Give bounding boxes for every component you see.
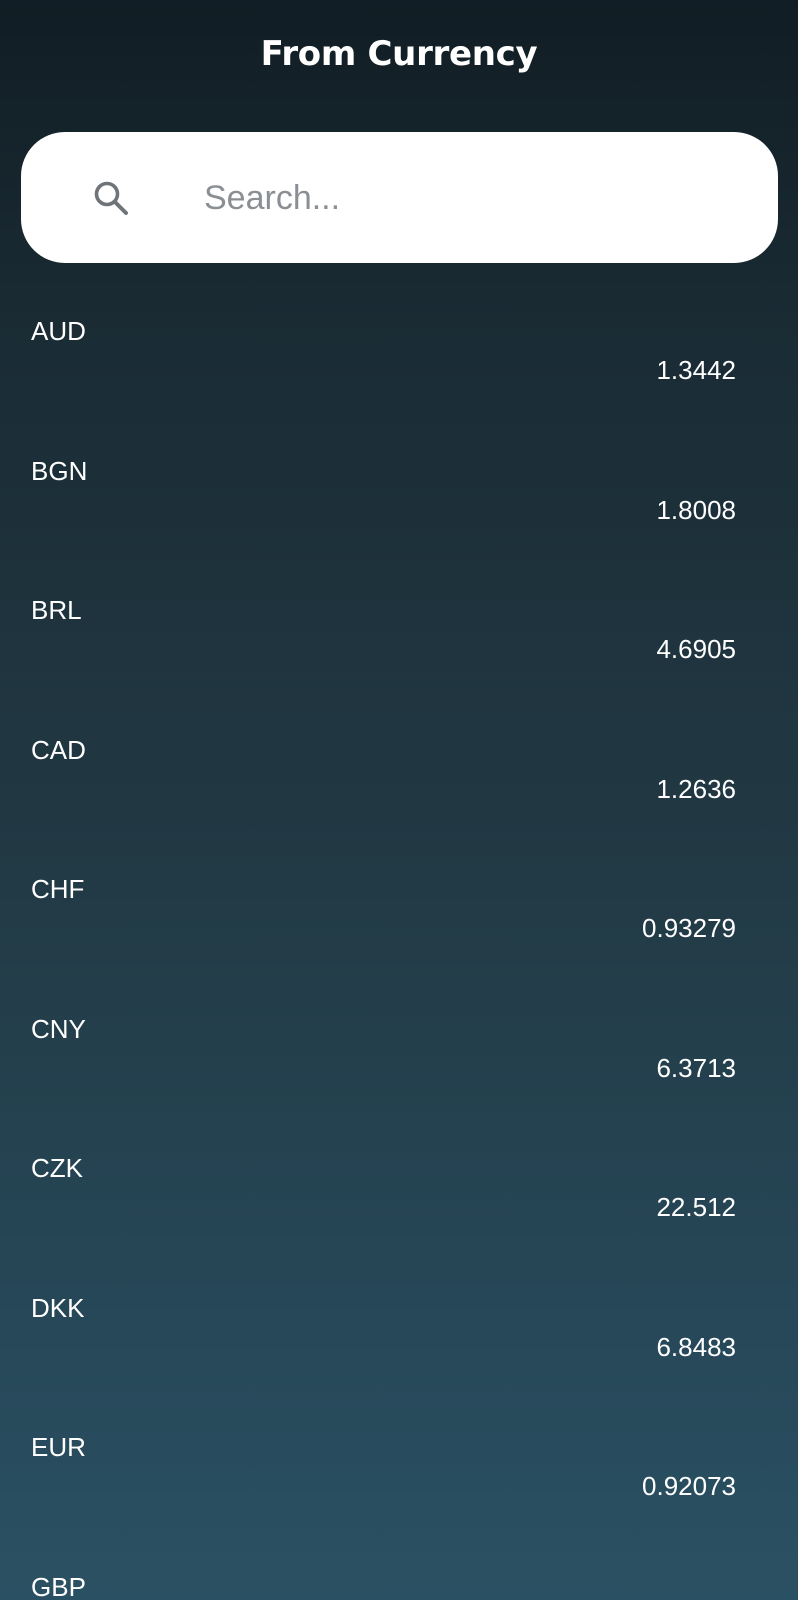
currency-row-bgn[interactable]: BGN 1.8008	[0, 420, 798, 560]
currency-code: CHF	[31, 874, 85, 904]
currency-list: AUD 1.3442 BGN 1.8008 BRL 4.6905 CAD 1.2…	[0, 280, 798, 1600]
currency-row-eur[interactable]: EUR 0.92073	[0, 1396, 798, 1536]
currency-row-dkk[interactable]: DKK 6.8483	[0, 1257, 798, 1397]
currency-row-gbp[interactable]: GBP	[0, 1536, 798, 1600]
currency-code: GBP	[31, 1571, 86, 1600]
currency-row-chf[interactable]: CHF 0.93279	[0, 838, 798, 978]
currency-rate: 1.2636	[656, 773, 736, 804]
search-bar[interactable]	[21, 132, 778, 263]
currency-code: AUD	[31, 316, 86, 346]
currency-code: BGN	[31, 455, 88, 486]
currency-row-cad[interactable]: CAD 1.2636	[0, 699, 798, 839]
currency-code: CZK	[31, 1153, 83, 1183]
currency-row-brl[interactable]: BRL 4.6905	[0, 559, 798, 699]
header: From Currency	[0, 0, 798, 110]
currency-row-cny[interactable]: CNY 6.3713	[0, 978, 798, 1118]
search-icon	[94, 181, 128, 215]
currency-code: BRL	[31, 595, 82, 625]
currency-rate: 0.93279	[642, 913, 736, 943]
currency-rate: 0.92073	[642, 1471, 736, 1501]
currency-rate: 22.512	[656, 1192, 736, 1222]
page-title: From Currency	[260, 34, 538, 74]
currency-rate: 1.8008	[656, 494, 736, 525]
currency-code: CNY	[31, 1013, 86, 1044]
currency-rate: 6.8483	[656, 1331, 736, 1362]
currency-code: EUR	[31, 1432, 86, 1462]
currency-rate: 6.3713	[656, 1052, 736, 1083]
search-input[interactable]	[204, 170, 744, 226]
currency-row-aud[interactable]: AUD 1.3442	[0, 280, 798, 420]
currency-row-czk[interactable]: CZK 22.512	[0, 1117, 798, 1257]
currency-code: DKK	[31, 1292, 85, 1323]
currency-rate: 4.6905	[656, 634, 736, 664]
currency-code: CAD	[31, 734, 86, 765]
currency-rate: 1.3442	[656, 355, 736, 385]
